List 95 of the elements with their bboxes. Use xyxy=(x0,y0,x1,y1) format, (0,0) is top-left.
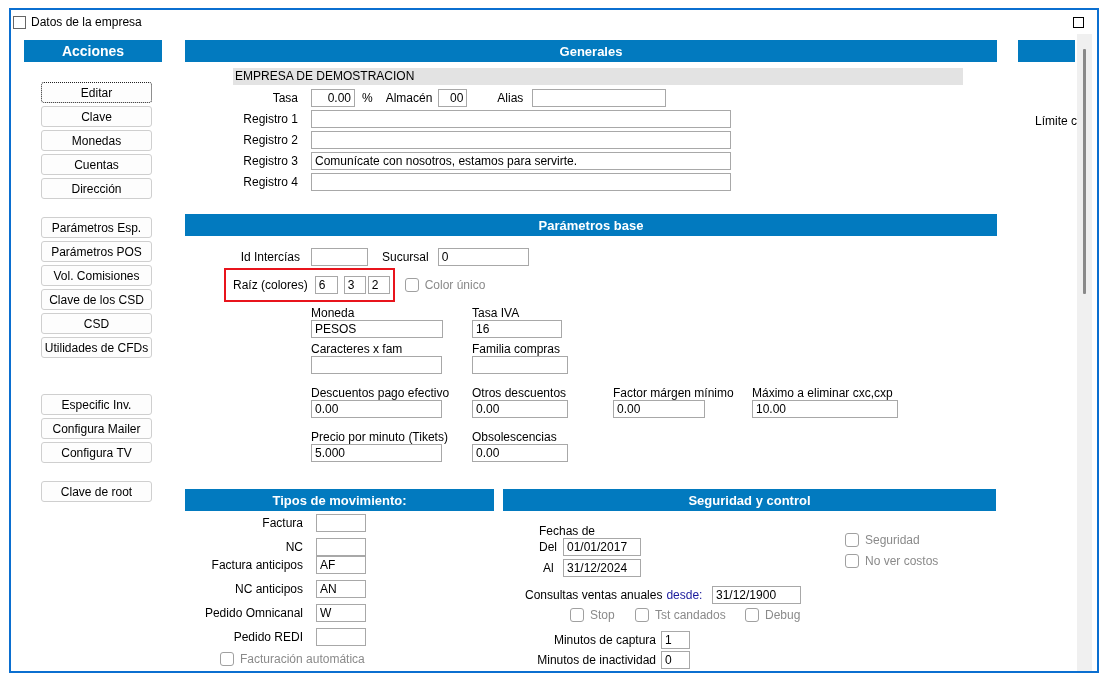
field-label: NC anticipos xyxy=(233,582,303,596)
action-button[interactable]: Configura Mailer xyxy=(41,418,152,439)
action-button[interactable]: Clave de los CSD xyxy=(41,289,152,310)
field-label: Factor márgen mínimo xyxy=(613,386,735,400)
param-field[interactable]: 5.000 xyxy=(311,444,442,462)
param-field[interactable]: 16 xyxy=(472,320,562,338)
param-field[interactable]: 0.00 xyxy=(472,444,568,462)
minutes-field[interactable]: 1 xyxy=(661,631,690,649)
window-title: Datos de la empresa xyxy=(31,15,142,29)
color-root-field[interactable]: 2 xyxy=(367,276,390,294)
field-label: Minutos de captura xyxy=(552,633,656,647)
param-field[interactable]: 0.00 xyxy=(311,400,442,418)
date-field[interactable]: 31/12/1900 xyxy=(712,586,801,604)
field-label: Precio por minuto (Tikets) xyxy=(311,430,449,444)
color-root-field[interactable]: 6 xyxy=(314,276,338,294)
company-name: EMPRESA DE DEMOSTRACION xyxy=(233,68,963,85)
section-header: Tipos de movimiento: xyxy=(185,489,494,511)
date-field[interactable]: 31/12/2024 xyxy=(563,559,641,577)
field-label: Registro 4 xyxy=(242,175,298,189)
action-button[interactable]: Parámetros POS xyxy=(41,241,152,262)
field-label: Del xyxy=(539,540,558,554)
register-field[interactable] xyxy=(311,110,731,128)
field-label: Pedido Omnicanal xyxy=(203,606,303,620)
field-label: Minutos de inactividad xyxy=(536,653,656,667)
action-button[interactable]: Configura TV xyxy=(41,442,152,463)
unit-label: % xyxy=(362,91,373,105)
field-label: Máximo a eliminar cxc,cxp xyxy=(752,386,894,400)
scrollbar[interactable] xyxy=(1077,34,1092,671)
field-label: Tasa IVA xyxy=(472,306,521,320)
action-button[interactable]: Parámetros Esp. xyxy=(41,217,152,238)
register-field[interactable]: Comunícate con nosotros, estamos para servirte. xyxy=(311,152,731,170)
id-field[interactable] xyxy=(311,248,368,266)
field-label: Límite c xyxy=(1034,114,1075,128)
field-label: Otros descuentos xyxy=(472,386,568,400)
field-label: Raíz (colores) xyxy=(233,278,308,292)
field-label: Caracteres x fam xyxy=(311,342,404,356)
scrollbar-thumb[interactable] xyxy=(1083,49,1086,294)
param-field[interactable]: 0.00 xyxy=(472,400,568,418)
window-icon xyxy=(13,15,26,29)
section-header: Generales xyxy=(185,40,997,62)
movement-type-field[interactable] xyxy=(316,628,366,646)
section-header: Acciones xyxy=(24,40,162,62)
field-label: Almacén xyxy=(385,91,433,105)
branch-field[interactable]: 0 xyxy=(437,248,529,266)
action-button[interactable]: Vol. Comisiones xyxy=(41,265,152,286)
maximize-icon[interactable] xyxy=(1073,16,1084,28)
field-label: Moneda xyxy=(311,306,356,320)
movement-type-field[interactable] xyxy=(316,538,366,556)
param-field[interactable] xyxy=(311,356,442,374)
field-label: Tasa xyxy=(271,91,298,105)
field-label: Al xyxy=(542,561,555,575)
movement-type-field[interactable]: AN xyxy=(316,580,366,598)
section-header: Parámetros base xyxy=(185,214,997,236)
rate-field[interactable]: 0.00 xyxy=(311,89,355,107)
field-label: Factura xyxy=(261,516,303,530)
section-header: Seguridad y control xyxy=(503,489,996,511)
field-label: Familia compras xyxy=(472,342,562,356)
field-label: Factura anticipos xyxy=(210,558,303,572)
movement-type-field[interactable]: W xyxy=(316,604,366,622)
field-label: Obsolescencias xyxy=(472,430,558,444)
field-label: Id Intercías xyxy=(239,250,300,264)
action-button[interactable]: Dirección xyxy=(41,178,152,199)
field-label: Registro 3 xyxy=(242,154,298,168)
desde-link[interactable]: desde: xyxy=(666,588,703,602)
minutes-field[interactable]: 0 xyxy=(661,651,690,669)
param-field[interactable]: 10.00 xyxy=(752,400,898,418)
param-field[interactable]: PESOS xyxy=(311,320,443,338)
param-field[interactable]: 0.00 xyxy=(613,400,705,418)
param-field[interactable] xyxy=(472,356,568,374)
date-field[interactable]: 01/01/2017 xyxy=(563,538,641,556)
field-label: Registro 2 xyxy=(242,133,298,147)
field-label: Registro 1 xyxy=(242,112,298,126)
action-button[interactable]: Cuentas xyxy=(41,154,152,175)
field-label: Pedido REDI xyxy=(232,630,303,644)
field-label: Consultas ventas anuales xyxy=(525,588,663,602)
action-button[interactable]: Clave de root xyxy=(41,481,152,502)
action-button[interactable]: CSD xyxy=(41,313,152,334)
field-label: Sucursal xyxy=(382,250,429,264)
section-header xyxy=(1018,40,1075,62)
field-label: Descuentos pago efectivo xyxy=(311,386,451,400)
warehouse-field[interactable]: 00 xyxy=(438,89,468,107)
register-field[interactable] xyxy=(311,131,731,149)
field-label: NC xyxy=(284,540,303,554)
field-label: Fechas de xyxy=(539,525,597,538)
movement-type-field[interactable]: AF xyxy=(316,556,366,574)
action-button[interactable]: Especific Inv. xyxy=(41,394,152,415)
alias-field[interactable] xyxy=(532,89,667,107)
action-button[interactable]: Clave xyxy=(41,106,152,127)
action-button[interactable]: Editar xyxy=(41,82,152,103)
color-root-field[interactable]: 3 xyxy=(343,276,366,294)
movement-type-field[interactable] xyxy=(316,514,366,532)
action-button[interactable]: Utilidades de CFDs xyxy=(41,337,152,358)
field-label: Alias xyxy=(497,91,524,105)
register-field[interactable] xyxy=(311,173,731,191)
action-button[interactable]: Monedas xyxy=(41,130,152,151)
